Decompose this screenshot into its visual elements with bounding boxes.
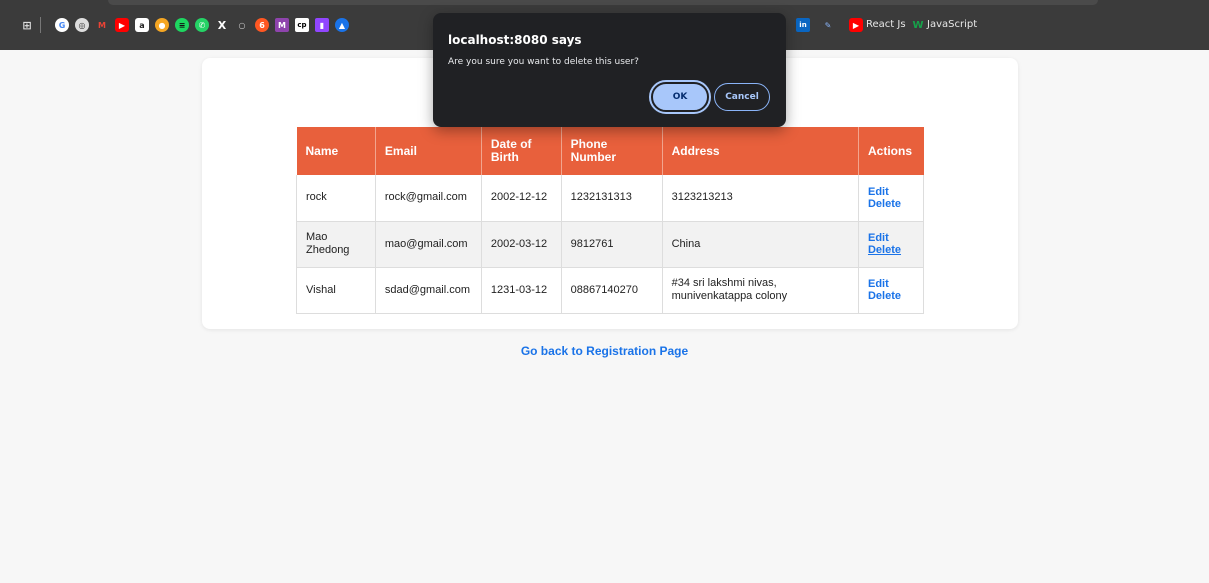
cell-email: rock@gmail.com xyxy=(375,175,482,222)
x-icon[interactable]: X xyxy=(215,18,229,32)
bookmark-satellite-icon[interactable]: ✎ xyxy=(821,18,835,32)
twitch-icon[interactable]: ▮ xyxy=(315,18,329,32)
back-to-registration-link[interactable]: Go back to Registration Page xyxy=(0,344,1209,358)
chrome-app-icon[interactable]: ● xyxy=(155,18,169,32)
header-address: Address xyxy=(662,127,859,175)
youtube-react-icon[interactable]: ▶ xyxy=(849,18,863,32)
spotify-icon[interactable]: ≡ xyxy=(175,18,189,32)
cell-email: sdad@gmail.com xyxy=(375,267,482,314)
tab-strip-edge xyxy=(108,0,1098,5)
dialog-title: localhost:8080 says xyxy=(448,33,582,47)
cell-phone: 9812761 xyxy=(561,221,663,268)
edit-link[interactable]: Edit xyxy=(868,278,914,290)
header-actions: Actions xyxy=(858,127,924,175)
cell-actions: Edit Delete xyxy=(858,267,925,314)
bookmarks-separator xyxy=(40,17,41,33)
cell-dob: 2002-03-12 xyxy=(481,221,562,268)
table-row: Mao Zhedong mao@gmail.com 2002-03-12 981… xyxy=(296,221,925,268)
cell-name: rock xyxy=(296,175,376,222)
whatsapp-icon[interactable]: ✆ xyxy=(195,18,209,32)
bookmark-javascript[interactable]: JavaScript xyxy=(927,19,977,30)
edit-link[interactable]: Edit xyxy=(868,232,914,244)
header-dob: Date of Birth xyxy=(481,127,562,175)
google-icon[interactable]: G xyxy=(55,18,69,32)
cell-dob: 2002-12-12 xyxy=(481,175,562,222)
users-table: Name Email Date of Birth Phone Number Ad… xyxy=(296,127,925,314)
edit-link[interactable]: Edit xyxy=(868,186,914,198)
github-icon[interactable]: ○ xyxy=(235,18,249,32)
header-phone: Phone Number xyxy=(561,127,663,175)
cell-actions: Edit Delete xyxy=(858,221,925,268)
cancel-button[interactable]: Cancel xyxy=(714,83,770,111)
confirm-dialog: localhost:8080 says Are you sure you wan… xyxy=(433,13,786,127)
w3schools-icon[interactable]: W xyxy=(911,18,925,32)
header-name: Name xyxy=(296,127,376,175)
cell-dob: 1231-03-12 xyxy=(481,267,562,314)
amazon-icon[interactable]: a xyxy=(135,18,149,32)
cell-phone: 08867140270 xyxy=(561,267,663,314)
cell-address: China xyxy=(662,221,859,268)
bookmark-a-icon[interactable]: ▲ xyxy=(335,18,349,32)
linkedin-icon[interactable]: in xyxy=(796,18,810,32)
delete-link[interactable]: Delete xyxy=(868,244,914,256)
cell-email: mao@gmail.com xyxy=(375,221,482,268)
apps-grid-icon[interactable]: ⊞ xyxy=(20,18,34,32)
dialog-message: Are you sure you want to delete this use… xyxy=(448,57,639,67)
ok-button[interactable]: OK xyxy=(649,80,711,114)
table-row: Vishal sdad@gmail.com 1231-03-12 0886714… xyxy=(296,267,925,314)
delete-link[interactable]: Delete xyxy=(868,198,914,210)
delete-link[interactable]: Delete xyxy=(868,290,914,302)
bookmark-react-js[interactable]: React Js xyxy=(866,19,906,30)
table-row: rock rock@gmail.com 2002-12-12 123213131… xyxy=(296,175,925,222)
cell-address: 3123213213 xyxy=(662,175,859,222)
cell-name: Mao Zhedong xyxy=(296,221,376,268)
header-email: Email xyxy=(375,127,482,175)
chatgpt-icon[interactable]: ◎ xyxy=(75,18,89,32)
youtube-icon[interactable]: ▶ xyxy=(115,18,129,32)
bookmark-app-icon[interactable]: 6 xyxy=(255,18,269,32)
cell-address: #34 sri lakshmi nivas, munivenkatappa co… xyxy=(662,267,859,314)
bookmark-cp-icon[interactable]: cp xyxy=(295,18,309,32)
cell-name: Vishal xyxy=(296,267,376,314)
gmail-icon[interactable]: M xyxy=(95,18,109,32)
bookmark-m-icon[interactable]: M xyxy=(275,18,289,32)
cell-actions: Edit Delete xyxy=(858,175,925,222)
table-header-row: Name Email Date of Birth Phone Number Ad… xyxy=(296,127,924,175)
cell-phone: 1232131313 xyxy=(561,175,663,222)
